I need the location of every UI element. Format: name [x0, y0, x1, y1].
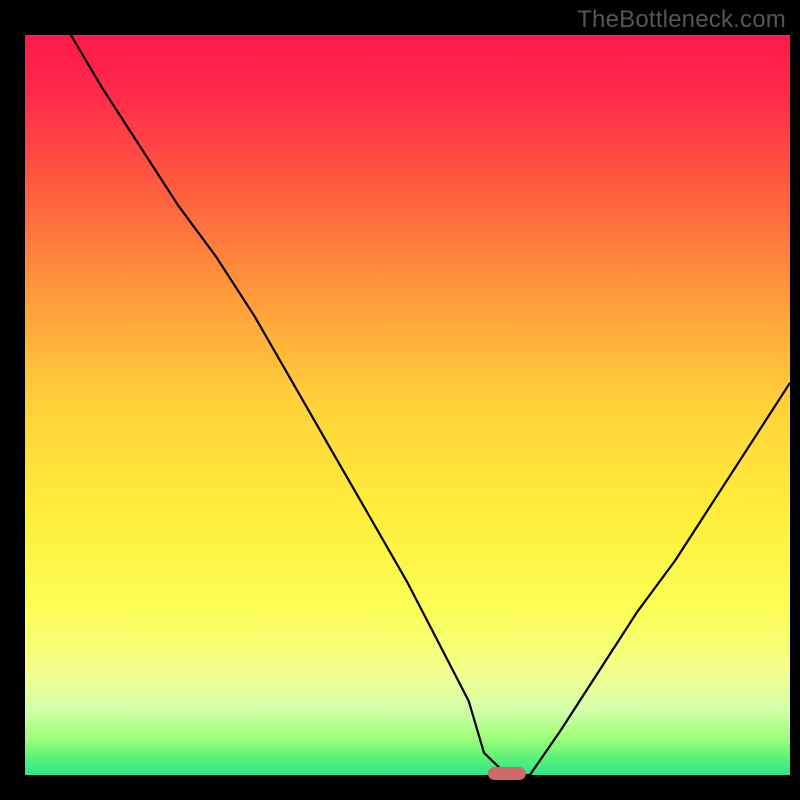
watermark-text: TheBottleneck.com	[577, 6, 786, 34]
bottleneck-chart-container: { "watermark": "TheBottleneck.com", "col…	[0, 0, 800, 800]
optimal-marker	[488, 767, 526, 780]
chart-svg	[0, 0, 800, 800]
